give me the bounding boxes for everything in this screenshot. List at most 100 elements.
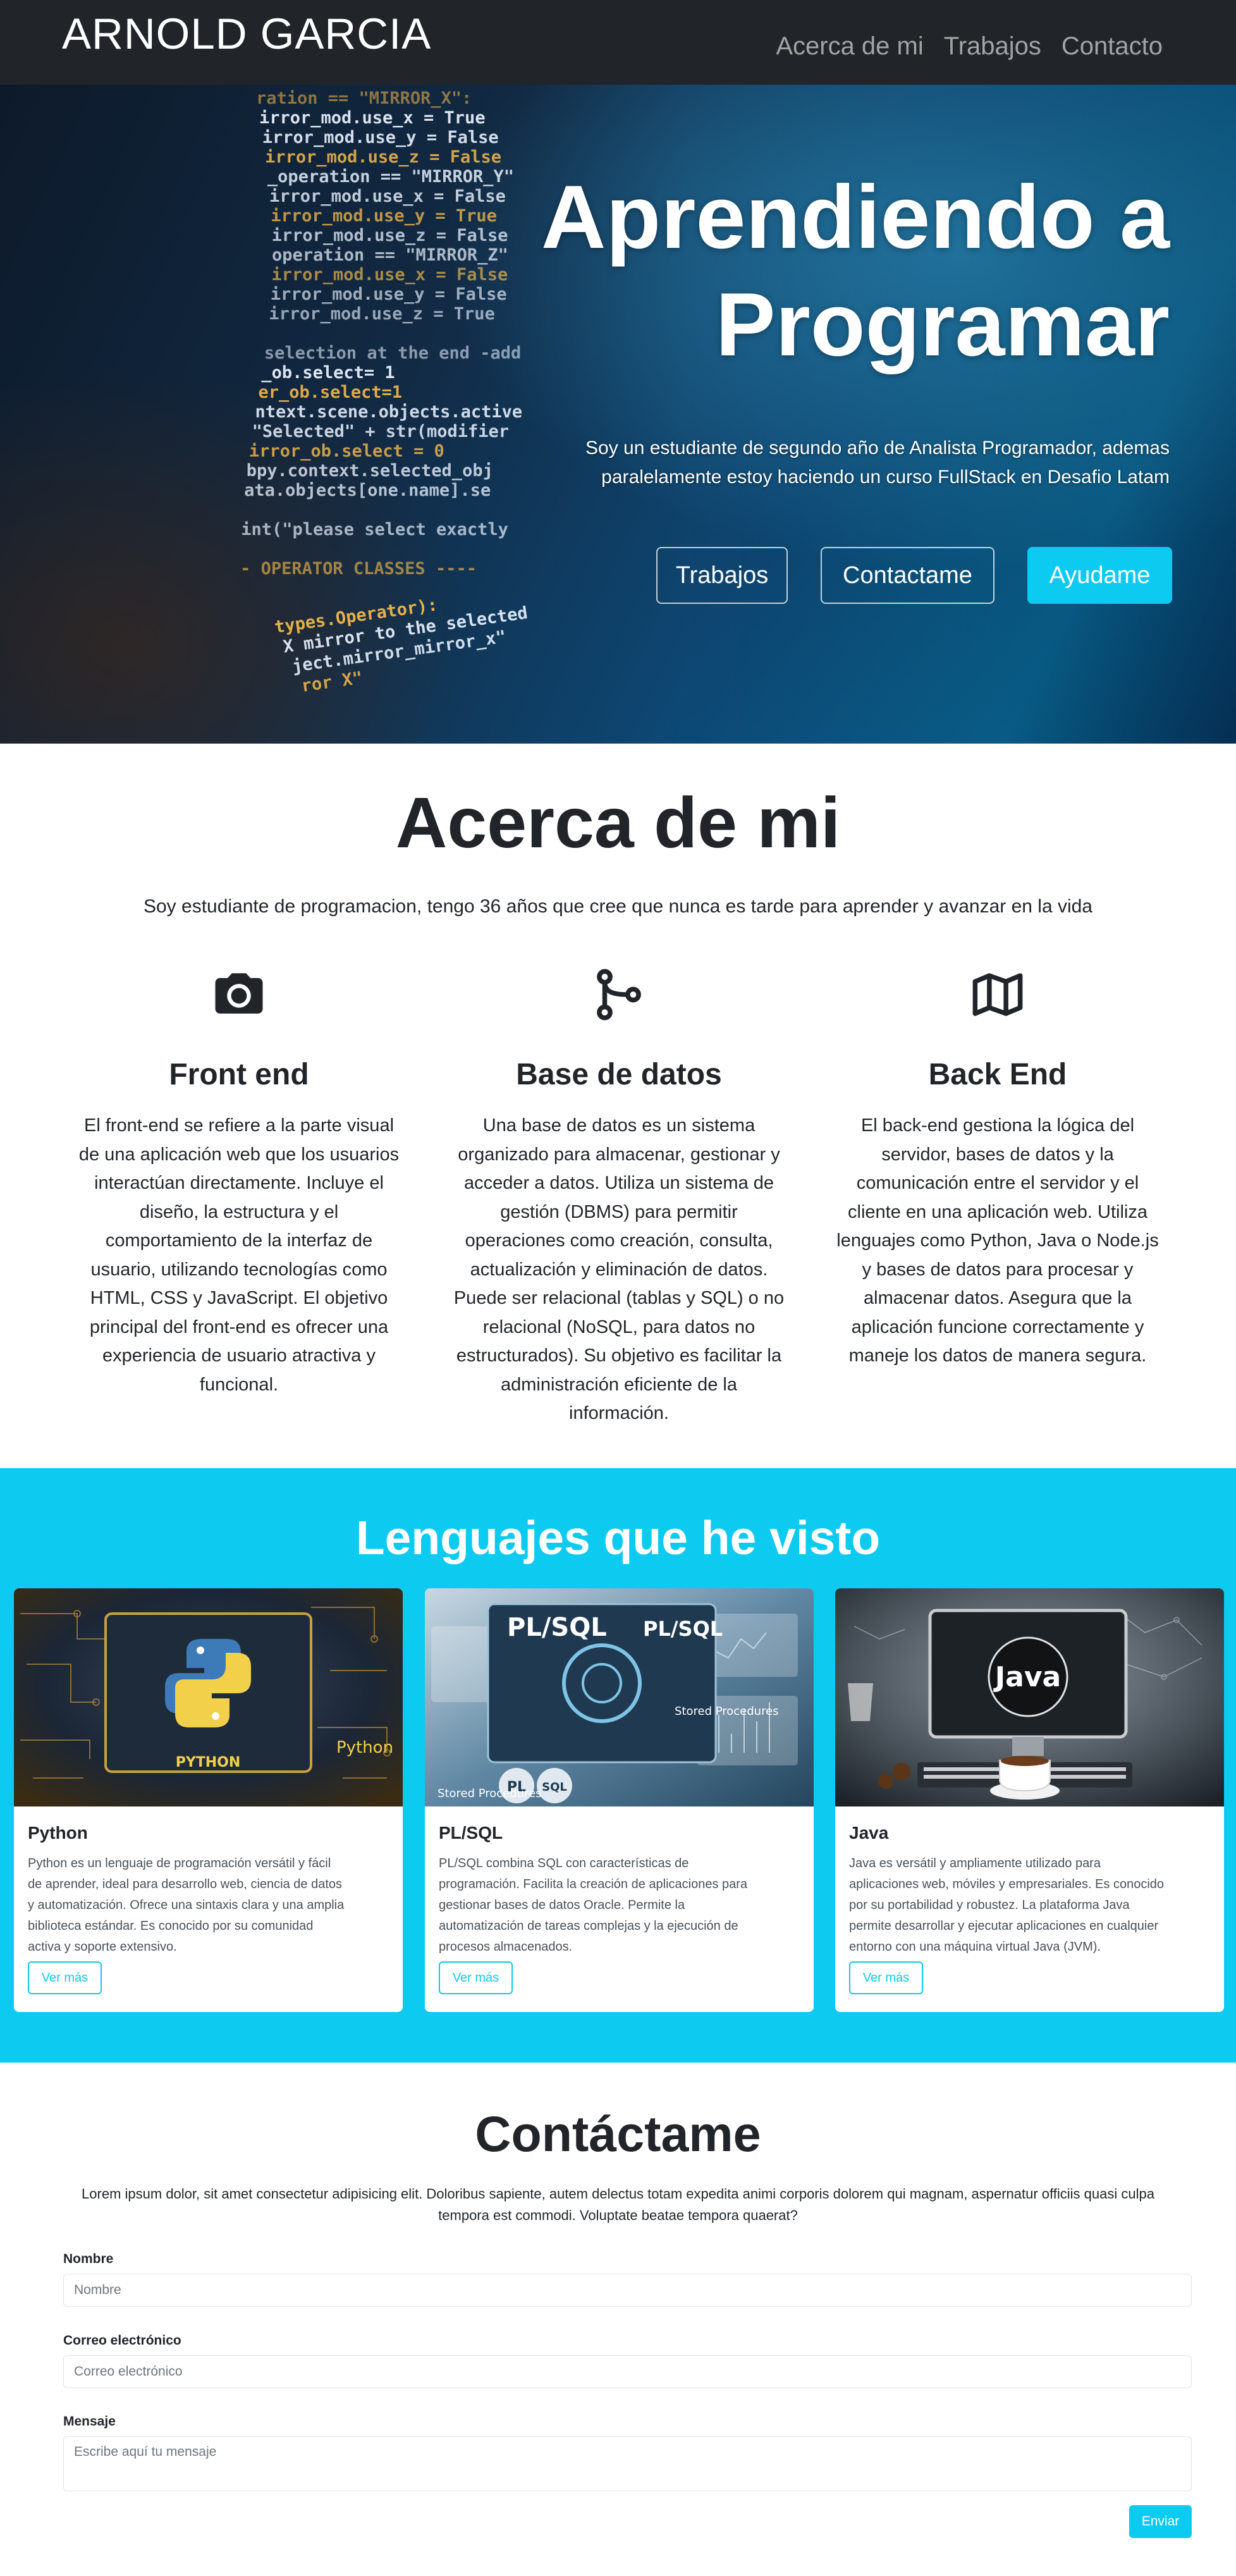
java-image: Java <box>835 1588 1224 1806</box>
contact-intro-line-1: Lorem ipsum dolor, sit amet consectetur … <box>82 2186 1154 2202</box>
text-line: Puede ser relacional (tablas y SQL) o no <box>453 1288 785 1308</box>
card-body: Python Python es un lenguaje de programa… <box>14 1806 403 1958</box>
contact-me-button[interactable]: Contactame <box>821 547 994 604</box>
name-label: Nombre <box>63 2252 114 2266</box>
see-more-button[interactable]: Ver más <box>849 1961 923 1994</box>
brand-link[interactable]: ARNOLD GARCIA <box>62 9 431 59</box>
contact-intro-line-2: tempora est commodi. Voluptate beatae te… <box>438 2207 798 2223</box>
text-line: estructurados). Su objetivo es facilitar… <box>456 1346 782 1366</box>
text-line: almacenar datos. Asegura que la <box>864 1288 1132 1308</box>
text-line: automatización de tareas complejas y la … <box>439 1919 738 1933</box>
card-description: Python es un lenguaje de programación ve… <box>28 1853 389 1958</box>
camera-icon <box>215 973 263 1014</box>
hero-title-line-2: Programar <box>715 274 1170 375</box>
feature-database: Base de datos Una base de datos es un si… <box>442 966 796 1428</box>
text-line: relacional (NoSQL, para datos no <box>482 1316 756 1337</box>
hero-buttons: Trabajos Contactame Ayudame <box>656 547 1172 604</box>
text-line: aplicación funcione correctamente y <box>851 1316 1144 1337</box>
plsql-image-label: PL/SQL <box>507 1613 607 1642</box>
text-line: por su portabilidad y robustez. La plata… <box>849 1898 1130 1912</box>
text-line: funcional. <box>199 1374 279 1395</box>
hero-description-line-1: Soy un estudiante de segundo año de Anal… <box>585 438 1170 458</box>
text-line: experiencia de usuario atractiva y <box>102 1346 376 1366</box>
plsql-image: PL/SQL PL/SQL PL SQL Stored Procedures S… <box>425 1588 814 1806</box>
name-input[interactable] <box>63 2274 1192 2307</box>
feature-title: Back End <box>928 1058 1067 1091</box>
text-line: activa y soporte extensivo. <box>28 1940 177 1954</box>
text-line: principal del front-end es ofrecer una <box>89 1316 389 1337</box>
feature-front-end: Front end El front-end se refiere a la p… <box>62 966 416 1399</box>
see-more-button[interactable]: Ver más <box>439 1961 513 1994</box>
nav-link-about[interactable]: Acerca de mi <box>776 24 923 68</box>
help-me-button[interactable]: Ayudame <box>1027 547 1172 604</box>
message-label: Mensaje <box>63 2414 116 2429</box>
text-line: información. <box>569 1403 669 1423</box>
python-image: PYTHON Python <box>14 1588 403 1806</box>
python-image-label-2: Python <box>336 1738 393 1757</box>
hero-title: Aprendiendo a Programar <box>474 164 1170 379</box>
contact-title: Contáctame <box>475 2106 761 2162</box>
map-icon <box>972 973 1023 1016</box>
text-line: procesos almacenados. <box>439 1940 573 1954</box>
text-line: El front-end se refiere a la parte visua… <box>83 1115 395 1136</box>
text-line: gestionar bases de datos Oracle. Permite… <box>439 1898 685 1912</box>
text-line: acceder a datos. Utiliza un sistema de <box>463 1173 774 1193</box>
text-line: de aprender, ideal para desarrollo web, … <box>28 1877 342 1891</box>
about-intro: Soy estudiante de programacion, tengo 36… <box>143 896 1092 917</box>
feature-description: El front-end se refiere a la parte visua… <box>68 1112 410 1399</box>
text-line: Una base de datos es un sistema <box>482 1115 756 1136</box>
nav-link-contact[interactable]: Contacto <box>1062 24 1163 68</box>
svg-text:PL/SQL: PL/SQL <box>643 1617 723 1641</box>
text-line: gestión (DBMS) para permitir <box>500 1201 738 1222</box>
works-button[interactable]: Trabajos <box>656 547 788 604</box>
text-line: Java es versátil y ampliamente utilizado… <box>849 1856 1101 1870</box>
text-line: comunicación entre el servidor y el <box>856 1173 1139 1193</box>
python-image-label: PYTHON <box>176 1755 241 1770</box>
text-line: usuario, utilizando tecnologías como <box>90 1259 388 1280</box>
text-line: y bases de datos para procesar y <box>862 1259 1134 1280</box>
feature-back-end: Back End El back-end gestiona la lógica … <box>821 966 1175 1371</box>
language-card-java: Java Java Java es versátil y ampliamente… <box>835 1588 1224 2012</box>
navbar: ARNOLD GARCIA Acerca de mi Trabajos Cont… <box>0 0 1236 85</box>
text-line: comportamiento de la interfaz de <box>105 1230 373 1251</box>
about-title: Acerca de mi <box>395 783 841 862</box>
card-description: PL/SQL combina SQL con características d… <box>439 1853 800 1958</box>
text-line: Python es un lenguaje de programación ve… <box>28 1856 331 1870</box>
hero-description-line-2: paralelamente estoy haciendo un curso Fu… <box>601 467 1170 488</box>
languages-title: Lenguajes que he visto <box>355 1511 881 1564</box>
languages-section: Lenguajes que he visto PYTHON Python Pyt… <box>0 1468 1236 2063</box>
feature-description: Una base de datos es un sistema organiza… <box>448 1112 790 1428</box>
feature-title: Front end <box>169 1058 309 1091</box>
contact-intro: Lorem ipsum dolor, sit amet consectetur … <box>63 2183 1173 2226</box>
see-more-button[interactable]: Ver más <box>28 1961 102 1994</box>
text-line: lenguajes como Python, Java o Node.js <box>836 1230 1159 1251</box>
message-textarea[interactable] <box>63 2436 1192 2491</box>
text-line: diseño, la estructura y el <box>139 1201 339 1222</box>
text-line: entorno con una máquina virtual Java (JV… <box>849 1940 1101 1954</box>
text-line: interactúan directamente. Incluye el <box>94 1173 384 1193</box>
nav-link-works[interactable]: Trabajos <box>944 24 1041 68</box>
nav-links: Acerca de mi Trabajos Contacto <box>776 24 1163 68</box>
svg-text:Stored Procedures: Stored Procedures <box>675 1705 779 1718</box>
card-title: Java <box>849 1823 889 1843</box>
send-button[interactable]: Enviar <box>1129 2505 1192 2538</box>
text-line: administración eficiente de la <box>501 1374 737 1395</box>
text-line: El back-end gestiona la lógica del <box>860 1115 1135 1136</box>
language-card-plsql: PL/SQL PL/SQL PL SQL Stored Procedures S… <box>425 1588 814 2012</box>
hero-banner: ration == "MIRROR_X":irror_mod.use_x = T… <box>0 85 1236 744</box>
text-line: aplicaciones web, móviles y empresariale… <box>849 1877 1165 1891</box>
text-line: PL/SQL combina SQL con características d… <box>439 1856 689 1870</box>
branch-icon <box>597 969 641 1021</box>
text-line: biblioteca estándar. Es conocido por su … <box>28 1919 314 1933</box>
text-line: de una aplicación web que los usuarios <box>78 1144 400 1165</box>
text-line: maneje los datos de manera segura. <box>848 1346 1147 1366</box>
svg-text:SQL: SQL <box>542 1781 567 1794</box>
text-line: cliente en una aplicación web. Utiliza <box>848 1201 1147 1222</box>
language-card-python: PYTHON Python Python Python es un lengua… <box>14 1588 403 2012</box>
card-body: PL/SQL PL/SQL combina SQL con caracterís… <box>425 1806 814 1958</box>
hero-description: Soy un estudiante de segundo año de Anal… <box>506 434 1170 492</box>
email-input[interactable] <box>63 2355 1192 2388</box>
plsql-image-sublabel: Stored Procedures <box>437 1787 542 1800</box>
text-line: HTML, CSS y JavaScript. El objetivo <box>90 1288 388 1308</box>
text-line: operaciones como creación, consulta, <box>465 1230 773 1251</box>
